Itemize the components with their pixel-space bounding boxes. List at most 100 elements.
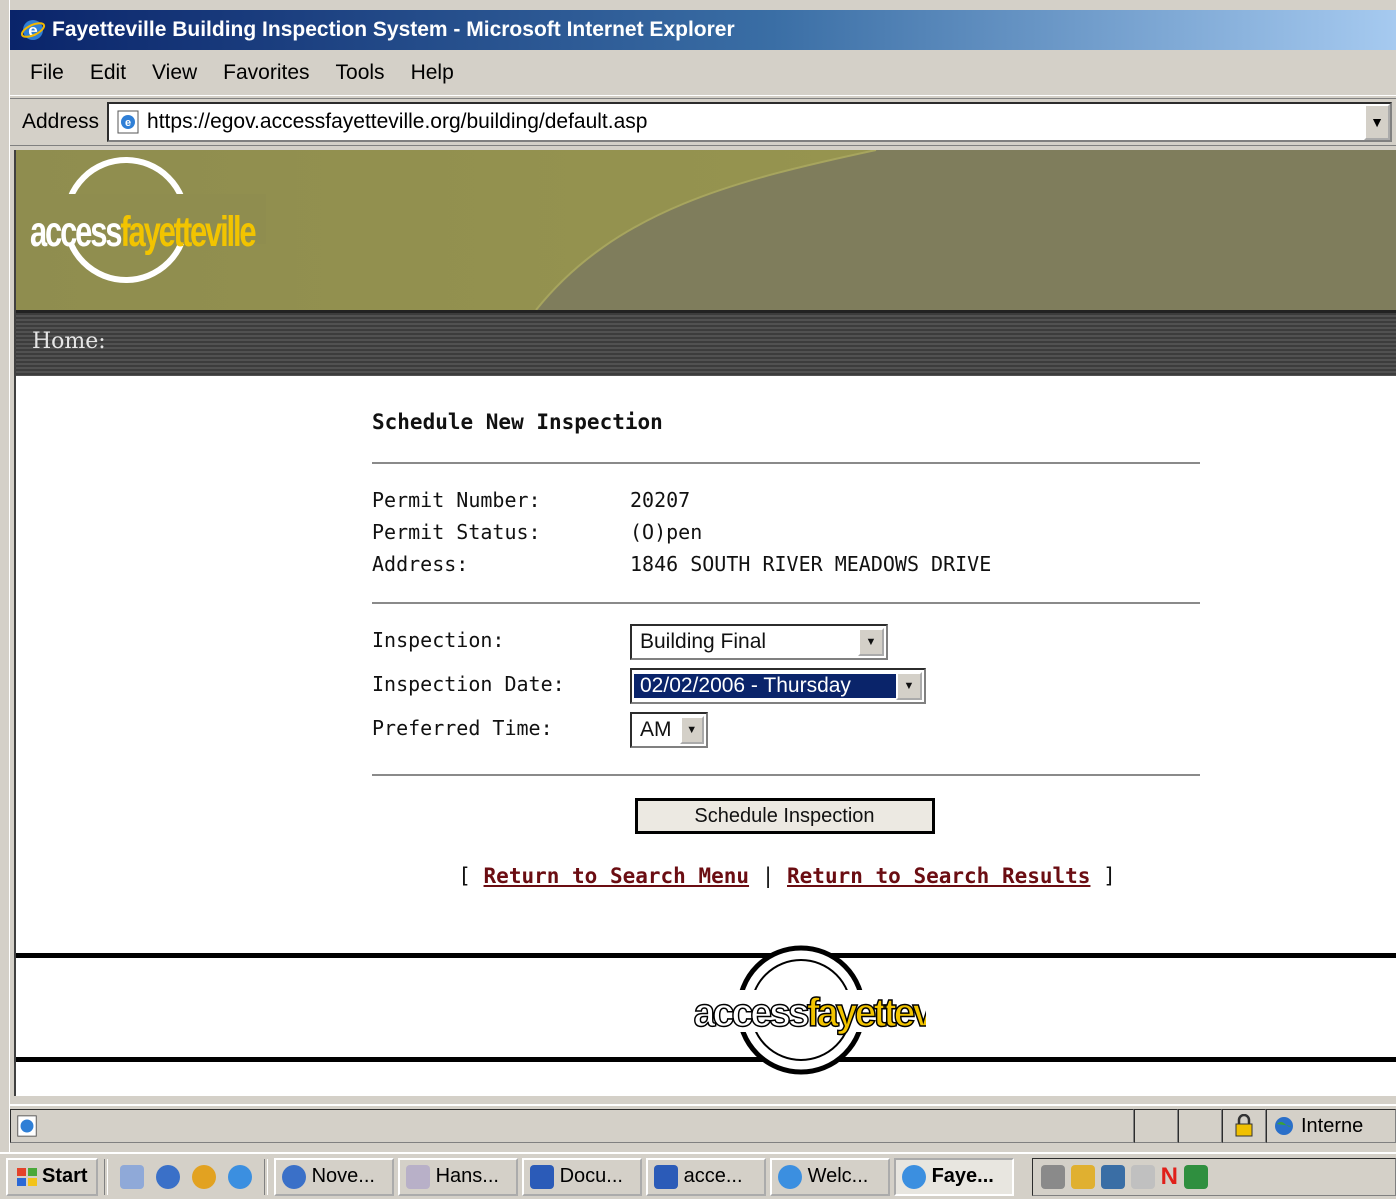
menu-help[interactable]: Help	[398, 61, 467, 85]
logo-fayetteville-text: fayetteville	[120, 208, 256, 256]
inspection-row: Inspection: Building Final ▼	[372, 624, 1202, 668]
menu-bar: File Edit View Favorites Tools Help	[10, 50, 1396, 96]
menu-tools[interactable]: Tools	[323, 61, 398, 85]
norton-icon[interactable]: N	[1161, 1163, 1178, 1191]
window-title: Fayetteville Building Inspection System …	[52, 18, 735, 41]
inspection-date-label: Inspection Date:	[372, 672, 565, 696]
address-dropdown-button[interactable]: ▼	[1364, 104, 1390, 140]
globe-icon	[281, 1164, 306, 1189]
word-icon	[653, 1164, 678, 1189]
quick-launch	[114, 1164, 258, 1189]
internet-explorer-icon	[777, 1164, 802, 1189]
menu-favorites[interactable]: Favorites	[210, 61, 322, 85]
inspection-date-select[interactable]: 02/02/2006 - Thursday ▼	[630, 668, 926, 704]
taskbar-item-label: Docu...	[559, 1165, 623, 1187]
permit-number-label: Permit Number:	[372, 488, 541, 512]
security-zone: Interne	[1266, 1109, 1396, 1143]
flag-icon[interactable]	[1100, 1164, 1125, 1189]
menu-view[interactable]: View	[139, 61, 210, 85]
inspection-select-value: Building Final	[640, 630, 767, 653]
address-row: Address: 1846 SOUTH RIVER MEADOWS DRIVE	[372, 548, 1202, 580]
window-frame-edge	[0, 0, 10, 1199]
taskbar-item[interactable]: Nove...	[273, 1157, 394, 1196]
network-icon[interactable]	[1070, 1164, 1095, 1189]
taskbar: Start Nove... Hans... Docu... acce... We…	[0, 1152, 1396, 1199]
status-main	[10, 1109, 1134, 1143]
logo-wordmark: accessfayetteville	[30, 208, 257, 257]
taskbar-item-label: Nove...	[311, 1165, 375, 1187]
tray-app-icon[interactable]	[1183, 1164, 1208, 1189]
permit-status-value: (O)pen	[630, 520, 703, 544]
preferred-time-row: Preferred Time: AM ▼	[372, 712, 1202, 756]
address-label: Address	[22, 110, 100, 133]
return-links: [ Return to Search Menu | Return to Sear…	[372, 834, 1202, 888]
title-bar[interactable]: e Fayetteville Building Inspection Syste…	[10, 10, 1396, 50]
menu-edit[interactable]: Edit	[77, 61, 139, 85]
taskbar-item[interactable]: Docu...	[521, 1157, 642, 1196]
system-tray: N	[1031, 1157, 1396, 1196]
lock-icon	[1235, 1114, 1253, 1137]
preferred-time-select-value: AM	[640, 718, 672, 741]
chevron-down-icon[interactable]: ▼	[896, 672, 922, 700]
start-label: Start	[42, 1165, 88, 1187]
globe-icon	[1275, 1117, 1293, 1135]
internet-explorer-icon: e	[20, 20, 46, 40]
chevron-down-icon[interactable]: ▼	[858, 628, 884, 656]
taskbar-separator	[263, 1158, 268, 1195]
volume-icon[interactable]	[1040, 1164, 1065, 1189]
taskbar-item[interactable]: Hans...	[397, 1157, 518, 1196]
svg-text:accessfayetteville: accessfayetteville	[694, 991, 926, 1035]
inspection-label: Inspection:	[372, 628, 505, 652]
taskbar-item-label: Hans...	[435, 1165, 499, 1187]
document-icon	[405, 1164, 430, 1189]
permit-details: Permit Number: 20207 Permit Status: (O)p…	[372, 464, 1202, 602]
menu-file[interactable]: File	[10, 61, 77, 85]
chevron-down-icon: ▼	[1370, 114, 1384, 130]
start-button[interactable]: Start	[6, 1157, 98, 1196]
lock-panel	[1222, 1109, 1266, 1143]
site-banner: accessfayetteville	[16, 150, 1396, 310]
status-bar: Interne	[10, 1104, 1396, 1146]
preferred-time-label: Preferred Time:	[372, 716, 553, 740]
address-input[interactable]: e https://egov.accessfayetteville.org/bu…	[107, 102, 1392, 142]
page-title: Schedule New Inspection	[372, 410, 663, 434]
internet-explorer-icon[interactable]	[227, 1164, 252, 1189]
svg-text:e: e	[125, 117, 131, 129]
taskbar-item[interactable]: acce...	[645, 1157, 766, 1196]
footer-logo: accessfayetteville	[688, 945, 926, 1075]
preferred-time-select[interactable]: AM ▼	[630, 712, 708, 748]
submit-area: Schedule Inspection	[372, 776, 1202, 834]
close-bracket: ]	[1103, 864, 1116, 888]
schedule-inspection-button[interactable]: Schedule Inspection	[634, 798, 935, 834]
mouse-icon[interactable]	[1130, 1164, 1155, 1189]
open-bracket: [	[458, 864, 471, 888]
zone-label: Interne	[1301, 1114, 1364, 1137]
permit-number-value: 20207	[630, 488, 691, 512]
chevron-down-icon[interactable]: ▼	[679, 716, 704, 744]
word-icon	[529, 1164, 554, 1189]
taskbar-item-label: Welc...	[807, 1165, 869, 1187]
address-field-label: Address:	[372, 552, 469, 576]
taskbar-item-active[interactable]: Faye...	[893, 1157, 1014, 1196]
return-to-search-menu-link[interactable]: Return to Search Menu	[484, 864, 750, 888]
page-icon	[17, 1115, 37, 1137]
globe-icon[interactable]	[155, 1164, 180, 1189]
link-divider: |	[761, 864, 775, 888]
status-panel	[1178, 1109, 1222, 1143]
media-player-icon[interactable]	[191, 1164, 216, 1189]
address-value: 1846 SOUTH RIVER MEADOWS DRIVE	[630, 552, 992, 576]
navigation-strip: Home:	[16, 310, 1396, 376]
page-viewport[interactable]: accessfayetteville Home: Schedule New In…	[14, 150, 1396, 1096]
address-url: https://egov.accessfayetteville.org/buil…	[147, 110, 648, 133]
inspection-fields: Inspection: Building Final ▼ Inspection …	[372, 604, 1202, 774]
taskbar-item[interactable]: Welc...	[769, 1157, 890, 1196]
address-bar: Address e https://egov.accessfayettevill…	[10, 98, 1396, 146]
inspection-select[interactable]: Building Final ▼	[630, 624, 888, 660]
home-link[interactable]: Home:	[32, 329, 106, 354]
inspection-date-row: Inspection Date: 02/02/2006 - Thursday ▼	[372, 668, 1202, 712]
logo-access-text: access	[30, 208, 123, 256]
return-to-search-results-link[interactable]: Return to Search Results	[787, 864, 1090, 888]
show-desktop-icon[interactable]	[119, 1164, 144, 1189]
schedule-form: Schedule New Inspection Permit Number: 2…	[372, 410, 1202, 888]
page-icon: e	[117, 110, 139, 134]
